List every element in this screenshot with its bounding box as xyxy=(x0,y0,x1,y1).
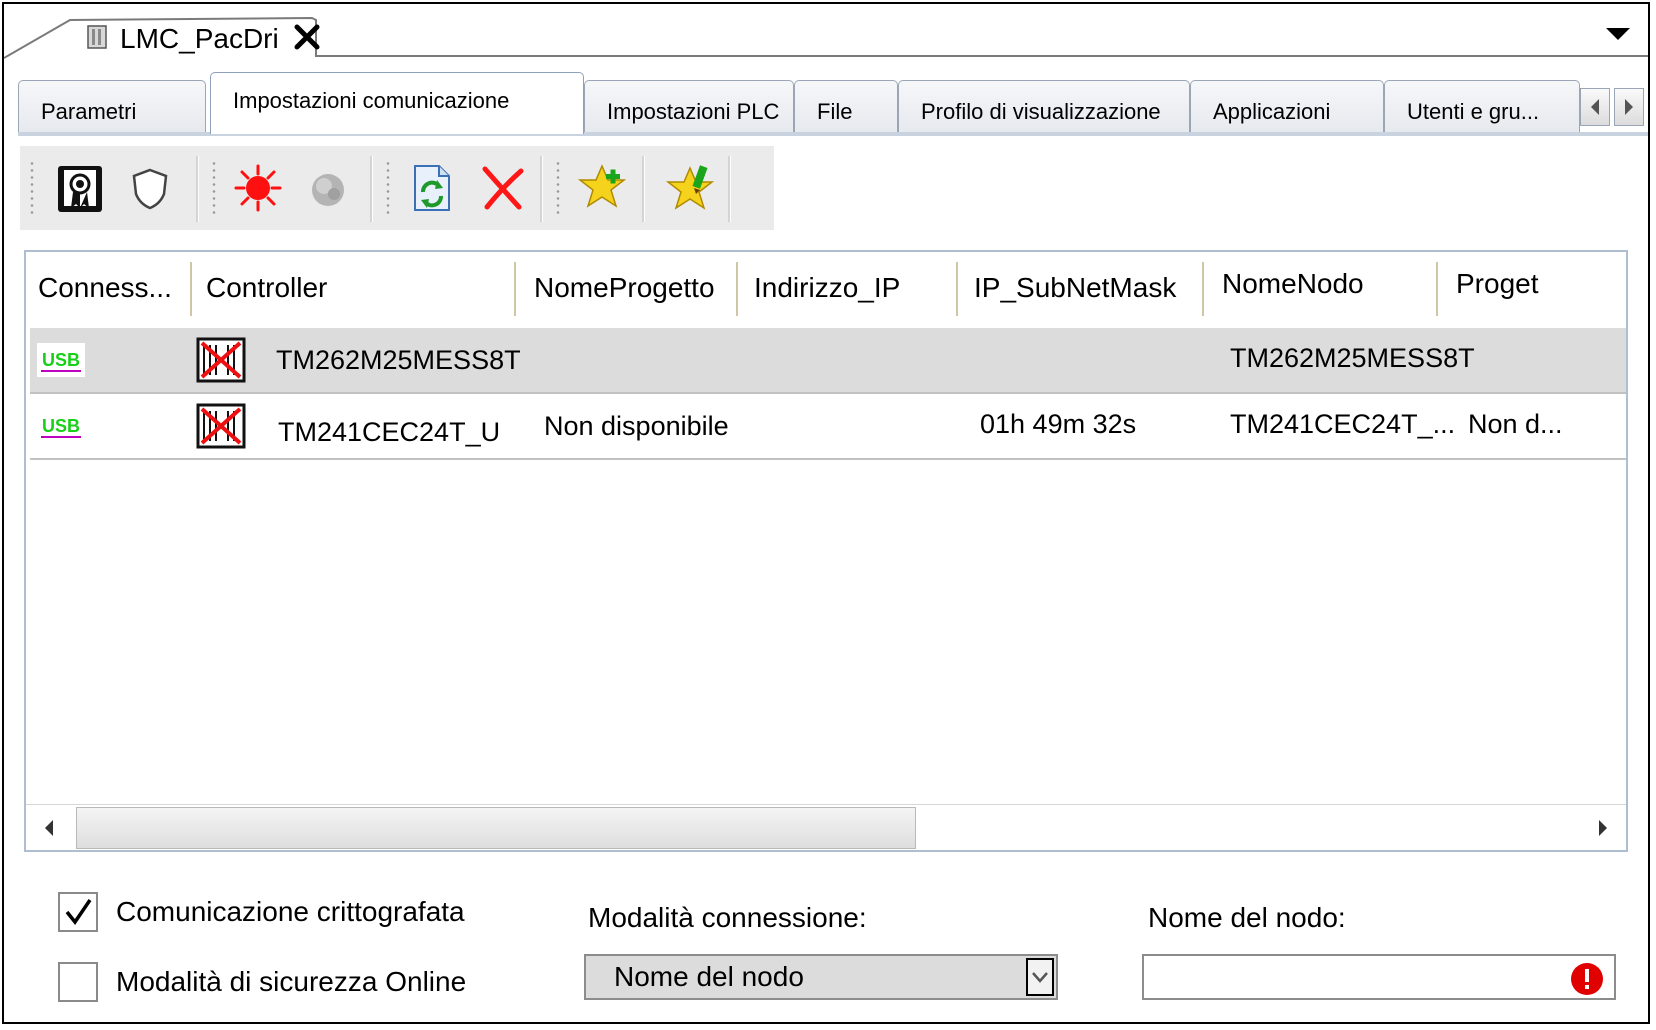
chevron-down-icon[interactable] xyxy=(1606,28,1630,47)
column-header-subnet-mask[interactable]: IP_SubNetMask xyxy=(974,252,1199,324)
node-name: TM241CEC24T_... xyxy=(1230,408,1456,439)
close-icon[interactable] xyxy=(294,24,320,55)
controller-grid: Conness... Controller NomeProgetto Indir… xyxy=(24,250,1628,852)
star-add-icon[interactable] xyxy=(576,160,632,216)
error-icon xyxy=(1570,962,1604,1001)
tab-profilo-visualizzazione[interactable]: Profilo di visualizzazione xyxy=(898,80,1190,132)
toolbar-separator xyxy=(728,156,731,222)
toolbar-grip xyxy=(556,160,560,216)
scroll-left-icon[interactable] xyxy=(26,805,72,850)
subnet-mask: 01h 49m 32s xyxy=(980,408,1137,439)
refresh-icon[interactable] xyxy=(404,160,460,216)
chevron-down-icon[interactable] xyxy=(1026,958,1054,996)
toolbar-grip xyxy=(212,160,216,216)
project-name: Non disponibile xyxy=(544,410,729,441)
toolbar-separator xyxy=(642,156,645,222)
tab-utenti-gruppi[interactable]: Utenti e gru... xyxy=(1384,80,1580,132)
scrollbar-thumb[interactable] xyxy=(76,807,916,849)
column-divider[interactable] xyxy=(1436,262,1438,316)
toolbar-separator xyxy=(196,156,199,222)
column-header-controller[interactable]: Controller xyxy=(206,252,506,324)
device-editor-window: LMC_PacDri Parametri Impostazioni comuni… xyxy=(2,2,1650,1024)
document-tab-bar: LMC_PacDri xyxy=(4,4,1648,64)
column-header-connection[interactable]: Conness... xyxy=(38,252,188,324)
tab-parametri[interactable]: Parametri xyxy=(18,80,206,132)
checkmark-icon xyxy=(65,899,92,925)
encrypted-communication-label: Comunicazione crittografata xyxy=(116,896,465,927)
tab-scroll-left-icon[interactable] xyxy=(1580,88,1610,126)
toolbar-separator xyxy=(540,156,543,222)
node-name-input[interactable] xyxy=(1142,954,1616,1000)
column-divider[interactable] xyxy=(1202,262,1204,316)
encrypted-communication-checkbox[interactable] xyxy=(58,892,98,932)
toolbar-separator xyxy=(370,156,373,222)
toolbar-grip xyxy=(386,160,390,216)
project-value: Non d... xyxy=(1468,408,1563,439)
connection-mode-label: Modalità connessione: xyxy=(588,902,867,933)
node-name: TM262M25MESS8T xyxy=(1230,342,1475,373)
document-title: LMC_PacDri xyxy=(120,23,279,54)
toolbar-grip xyxy=(30,160,34,216)
controller-offline-icon xyxy=(196,394,246,458)
tab-applicazioni[interactable]: Applicazioni xyxy=(1190,80,1384,132)
column-divider[interactable] xyxy=(190,262,192,316)
connection-mode-value: Nome del nodo xyxy=(614,961,804,992)
tab-scroll-right-icon[interactable] xyxy=(1614,88,1644,126)
svg-text:USB: USB xyxy=(42,416,80,436)
scroll-right-icon[interactable] xyxy=(1580,805,1626,850)
controller-name: TM262M25MESS8T xyxy=(276,344,521,375)
shield-icon[interactable] xyxy=(122,160,178,216)
table-row[interactable]: USB TM262M25MESS8T TM262M25MESS8T xyxy=(30,328,1626,394)
tab-file[interactable]: File xyxy=(794,80,898,132)
connection-mode-select[interactable]: Nome del nodo xyxy=(584,954,1058,1000)
column-divider[interactable] xyxy=(956,262,958,316)
star-edit-icon[interactable] xyxy=(664,160,720,216)
column-divider[interactable] xyxy=(736,262,738,316)
horizontal-scrollbar[interactable] xyxy=(26,804,1626,850)
secure-online-mode-checkbox[interactable] xyxy=(58,962,98,1002)
certificate-icon[interactable] xyxy=(52,160,108,216)
table-row[interactable]: USB TM241CEC24T_U Non disponibile 01h 49… xyxy=(30,394,1626,460)
node-name-label: Nome del nodo: xyxy=(1148,902,1346,933)
column-header-ip-address[interactable]: Indirizzo_IP xyxy=(754,252,954,324)
tab-impostazioni-comunicazione[interactable]: Impostazioni comunicazione xyxy=(210,72,584,134)
usb-icon: USB xyxy=(36,328,86,392)
column-divider[interactable] xyxy=(514,262,516,316)
column-header-project-name[interactable]: NomeProgetto xyxy=(534,252,734,324)
document-tab[interactable]: LMC_PacDri xyxy=(86,20,320,58)
gray-burst-icon[interactable] xyxy=(300,160,356,216)
column-header-project[interactable]: Proget xyxy=(1456,252,1626,320)
device-icon xyxy=(86,24,108,55)
column-header-node-name[interactable]: NomeNodo xyxy=(1222,252,1432,320)
controller-name: TM241CEC24T_U xyxy=(278,416,501,447)
delete-icon[interactable] xyxy=(474,160,530,216)
secure-online-mode-label: Modalità di sicurezza Online xyxy=(116,966,467,997)
toolbar xyxy=(20,146,774,230)
svg-text:USB: USB xyxy=(42,350,80,370)
usb-icon: USB xyxy=(36,394,86,458)
tab-impostazioni-plc[interactable]: Impostazioni PLC xyxy=(584,80,794,132)
controller-offline-icon xyxy=(196,328,246,392)
red-burst-icon[interactable] xyxy=(230,160,286,216)
